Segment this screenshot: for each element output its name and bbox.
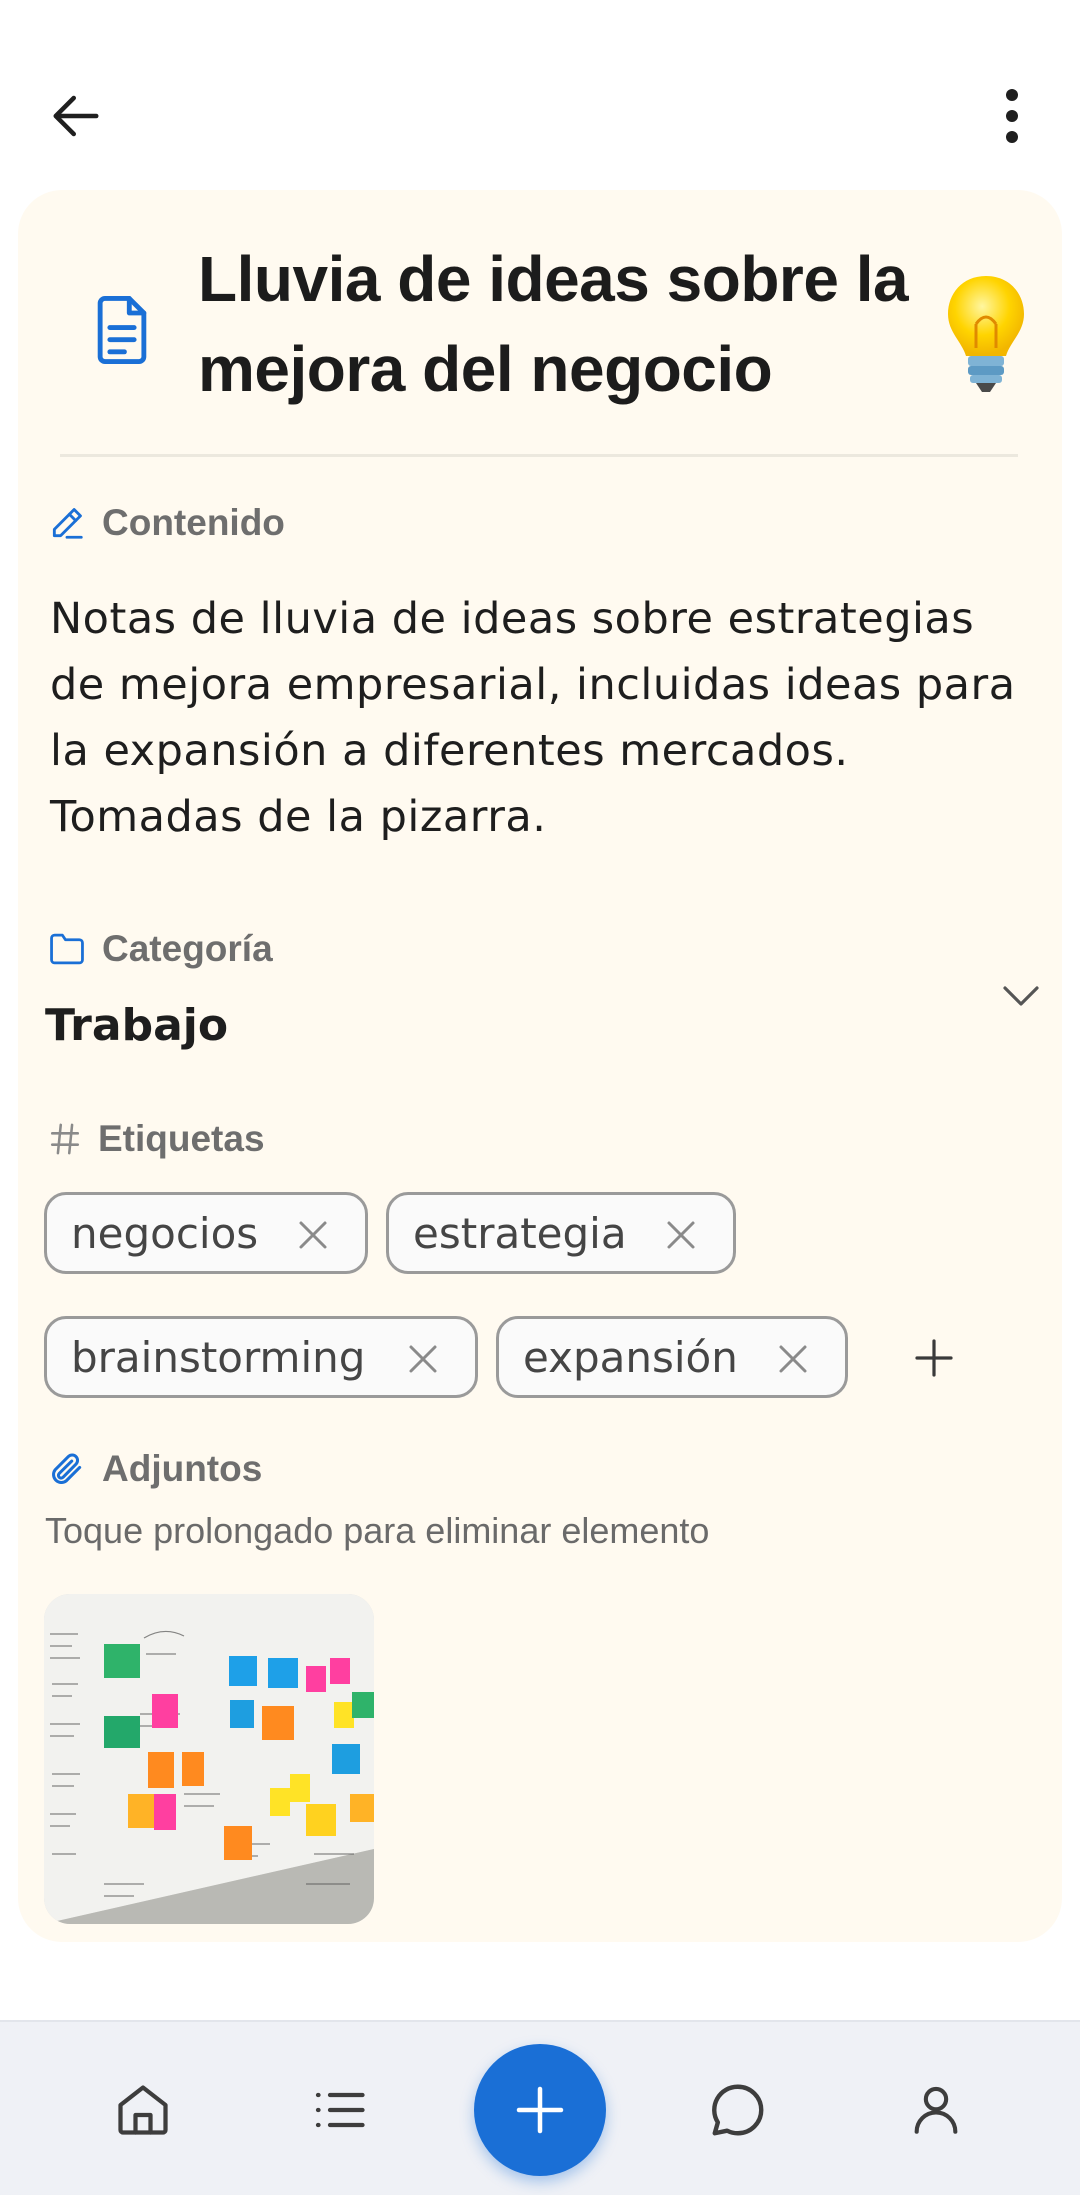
- remove-tag-button[interactable]: [771, 1337, 815, 1381]
- category-dropdown-value[interactable]: Trabajo: [45, 1000, 228, 1051]
- header-divider: [60, 454, 1018, 457]
- content-section-label: Contenido: [48, 502, 285, 544]
- folder-icon: [50, 933, 84, 965]
- close-icon: [409, 1345, 437, 1373]
- remove-tag-button[interactable]: [401, 1337, 445, 1381]
- user-icon: [914, 2086, 958, 2134]
- tag-chip[interactable]: negocios: [44, 1192, 368, 1274]
- tag-chip[interactable]: estrategia: [386, 1192, 736, 1274]
- tag-chip-label: estrategia: [413, 1208, 627, 1258]
- close-icon: [667, 1221, 695, 1249]
- paperclip-icon: [52, 1453, 82, 1484]
- category-section-label: Categoría: [48, 928, 273, 970]
- hash-icon: [50, 1123, 80, 1155]
- note-title[interactable]: Lluvia de ideas sobre la mejora del nego…: [198, 234, 918, 414]
- pencil-icon: [52, 508, 83, 539]
- list-icon: [315, 2092, 365, 2128]
- more-options-button[interactable]: [972, 76, 1052, 156]
- nav-home[interactable]: [95, 2062, 191, 2158]
- remove-tag-button[interactable]: [659, 1213, 703, 1257]
- attachment-thumbnail[interactable]: [44, 1594, 374, 1924]
- tags-label-text: Etiquetas: [98, 1118, 265, 1159]
- more-vertical-icon: [1006, 89, 1018, 143]
- document-icon: [74, 282, 170, 378]
- tag-chip[interactable]: expansión: [496, 1316, 848, 1398]
- remove-tag-button[interactable]: [291, 1213, 335, 1257]
- close-icon: [299, 1221, 327, 1249]
- category-dropdown-button[interactable]: [988, 966, 1054, 1026]
- chat-icon: [712, 2084, 764, 2136]
- plus-icon: [516, 2086, 564, 2134]
- chevron-down-icon: [1003, 986, 1039, 1006]
- close-icon: [779, 1345, 807, 1373]
- tag-chip-label: expansión: [523, 1332, 738, 1382]
- add-note-fab[interactable]: [474, 2044, 606, 2176]
- attachments-section-label: Adjuntos: [48, 1448, 262, 1490]
- nav-list[interactable]: [292, 2062, 388, 2158]
- category-label-text: Categoría: [102, 928, 273, 969]
- attachments-label-text: Adjuntos: [102, 1448, 263, 1489]
- add-tag-button[interactable]: [886, 1310, 982, 1406]
- nav-profile[interactable]: [888, 2062, 984, 2158]
- home-icon: [118, 2085, 168, 2135]
- bottom-navigation-bar: [0, 2020, 1080, 2195]
- note-card: Lluvia de ideas sobre la mejora del nego…: [18, 190, 1062, 1942]
- tag-chip-label: brainstorming: [71, 1332, 366, 1382]
- attachments-hint: Toque prolongado para eliminar elemento: [45, 1510, 710, 1551]
- nav-chat[interactable]: [690, 2062, 786, 2158]
- arrow-left-icon: [53, 95, 99, 137]
- note-header: Lluvia de ideas sobre la mejora del nego…: [18, 190, 1062, 456]
- lightbulb-emoji-icon[interactable]: [926, 262, 1046, 402]
- tag-chip[interactable]: brainstorming: [44, 1316, 478, 1398]
- top-app-bar: [0, 0, 1080, 190]
- tags-section-label: Etiquetas: [48, 1118, 265, 1160]
- back-button[interactable]: [36, 76, 116, 156]
- content-label-text: Contenido: [102, 502, 285, 543]
- tag-chip-label: negocios: [71, 1208, 259, 1258]
- content-body[interactable]: Notas de lluvia de ideas sobre estrategi…: [50, 586, 1040, 850]
- plus-icon: [915, 1339, 953, 1377]
